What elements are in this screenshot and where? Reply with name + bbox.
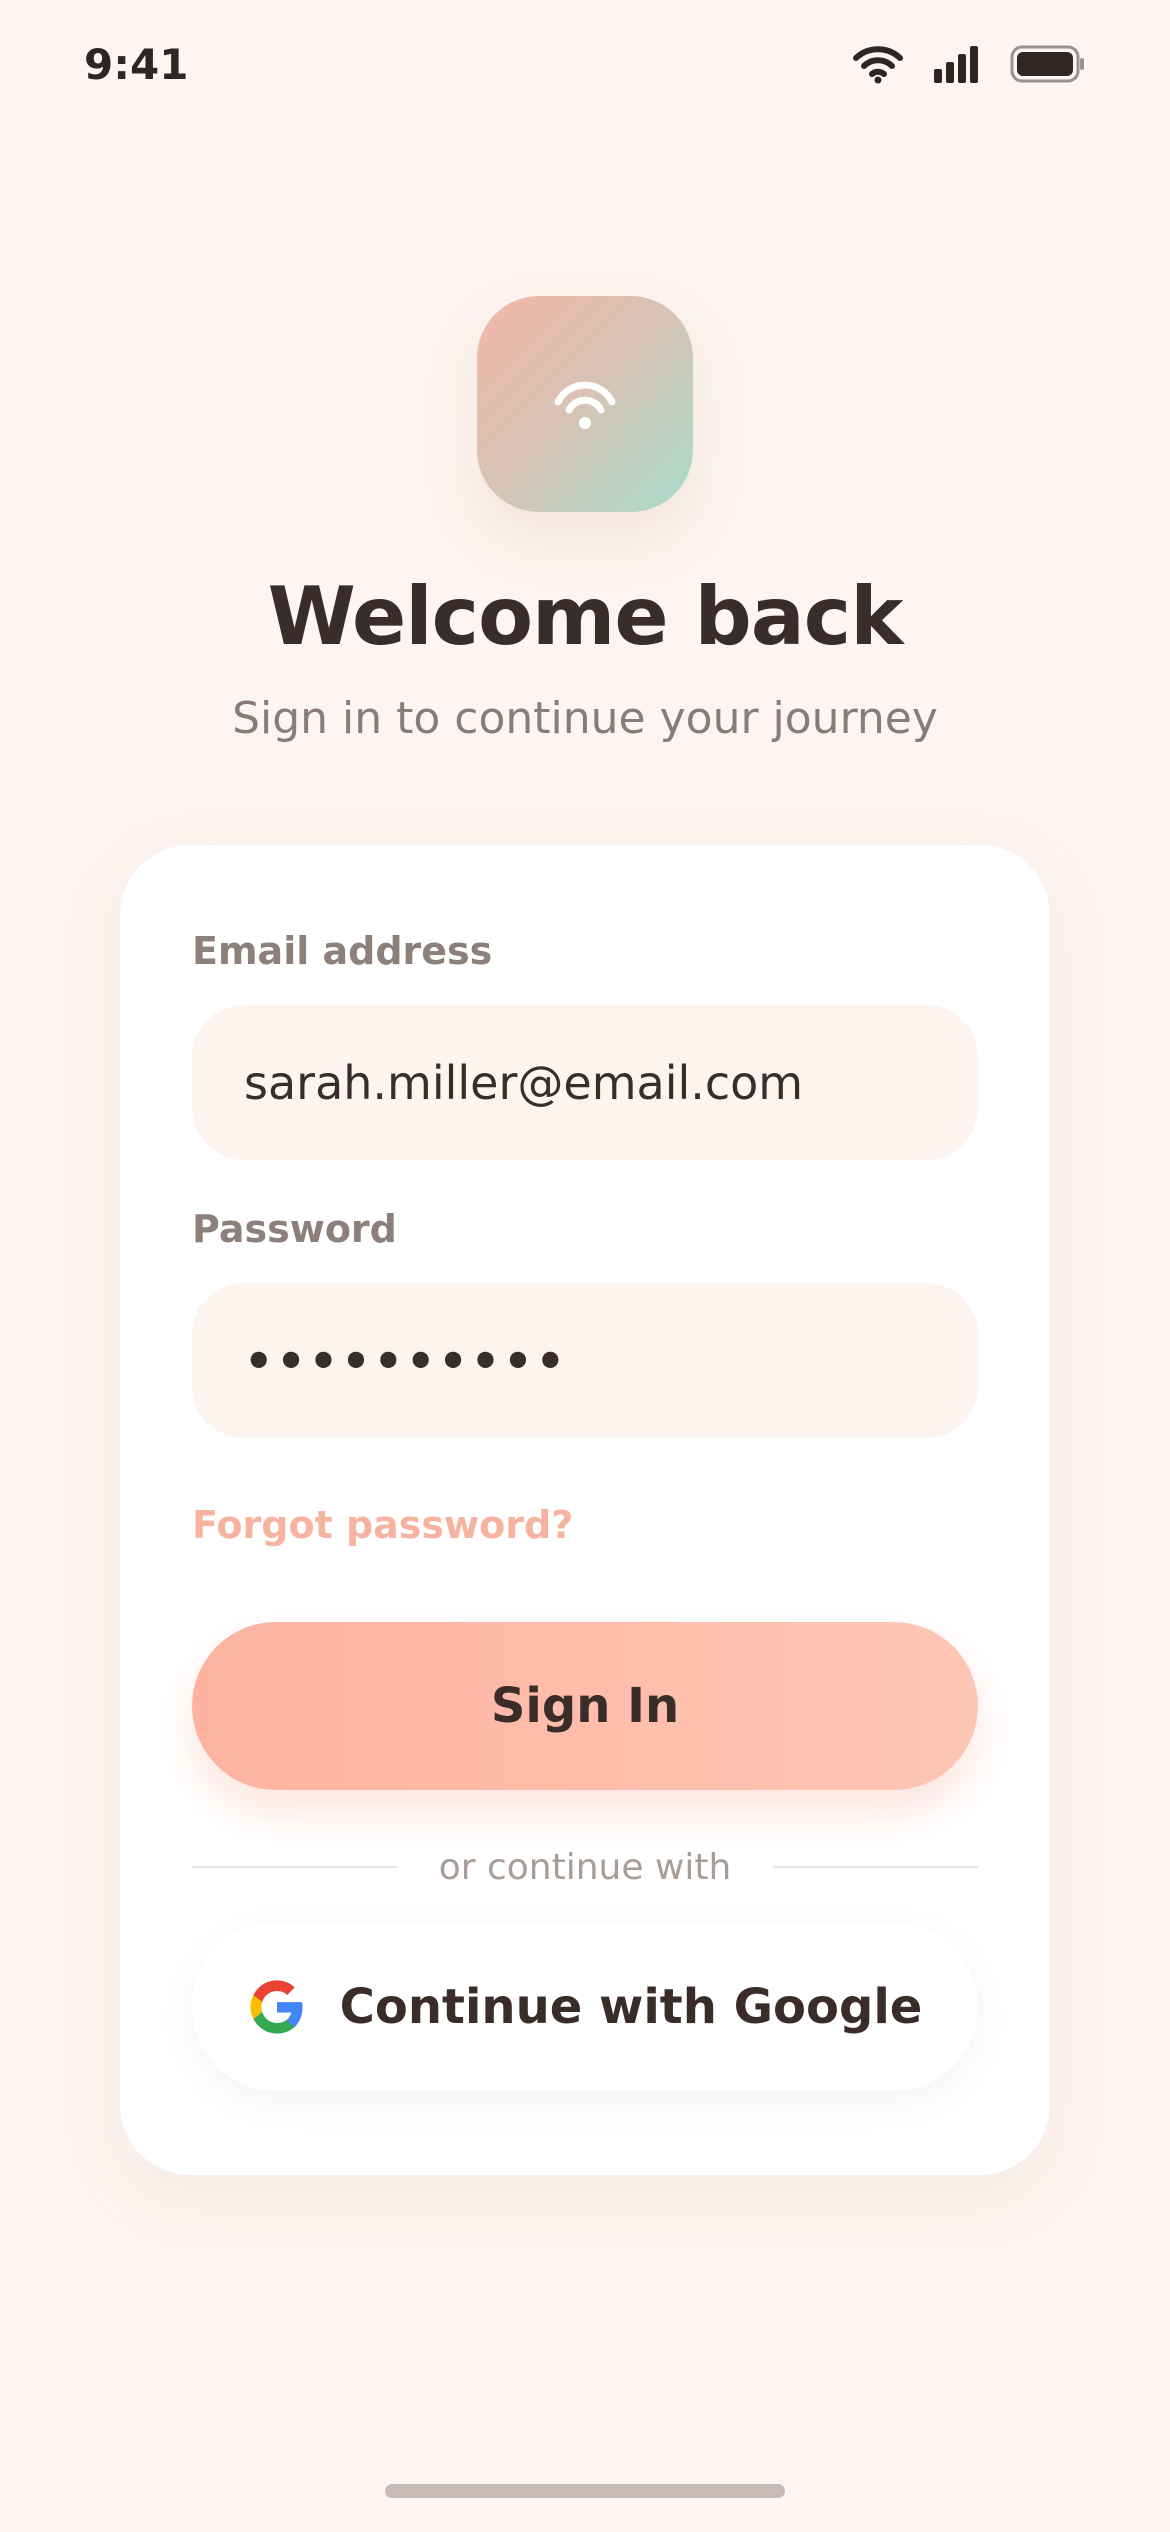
page-title: Welcome back bbox=[267, 570, 904, 663]
wifi-icon bbox=[852, 44, 904, 84]
password-value: •••••••••• bbox=[244, 1333, 569, 1388]
email-field[interactable]: sarah.miller@email.com bbox=[192, 1005, 978, 1160]
password-label: Password bbox=[192, 1207, 397, 1251]
app-logo bbox=[477, 296, 693, 512]
google-icon bbox=[248, 1978, 306, 2036]
forgot-password-link[interactable]: Forgot password? bbox=[192, 1503, 573, 1547]
divider-line-right bbox=[773, 1866, 978, 1868]
divider: or continue with bbox=[192, 1837, 978, 1897]
sign-in-button[interactable]: Sign In bbox=[192, 1622, 978, 1790]
cellular-signal-icon bbox=[934, 45, 980, 83]
email-label: Email address bbox=[192, 929, 493, 973]
status-bar: 9:41 bbox=[0, 0, 1170, 140]
google-sign-in-button[interactable]: Continue with Google bbox=[192, 1923, 978, 2091]
status-icons bbox=[852, 44, 1086, 84]
divider-line-left bbox=[192, 1866, 397, 1868]
password-field[interactable]: •••••••••• bbox=[192, 1283, 978, 1438]
login-card: Email address sarah.miller@email.com Pas… bbox=[120, 845, 1050, 2175]
divider-label: or continue with bbox=[438, 1846, 732, 1888]
home-indicator[interactable] bbox=[385, 2484, 785, 2498]
email-value: sarah.miller@email.com bbox=[244, 1055, 804, 1110]
battery-icon bbox=[1010, 45, 1086, 83]
wifi-icon bbox=[550, 372, 620, 436]
google-button-label: Continue with Google bbox=[339, 1979, 923, 2035]
page-subtitle: Sign in to continue your journey bbox=[232, 693, 938, 744]
status-time: 9:41 bbox=[84, 40, 189, 89]
sign-in-button-label: Sign In bbox=[490, 1678, 680, 1734]
